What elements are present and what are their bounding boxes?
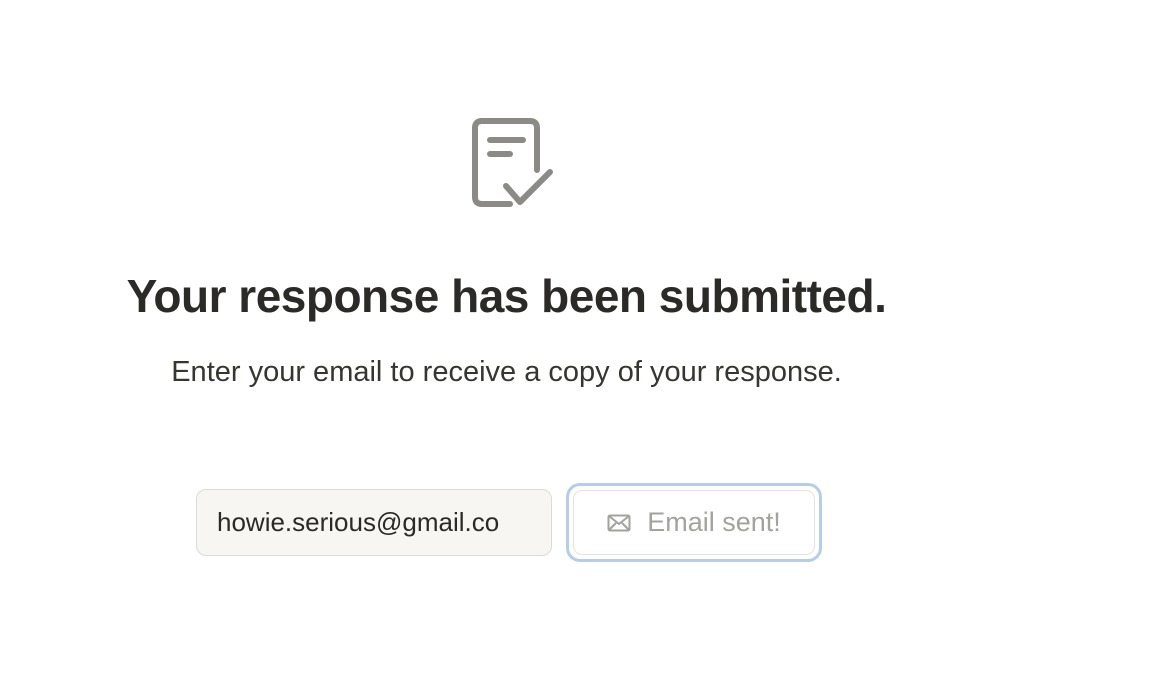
submission-confirmation-page: Your response has been submitted. Enter … xyxy=(0,0,1158,674)
email-sent-label: Email sent! xyxy=(647,507,781,537)
form-check-icon xyxy=(472,118,553,207)
email-sent-button-content: Email sent! xyxy=(573,490,815,555)
email-field[interactable] xyxy=(196,489,552,556)
email-sent-button[interactable]: Email sent! xyxy=(566,483,822,562)
page-title: Your response has been submitted. xyxy=(126,270,887,322)
page-subtitle: Enter your email to receive a copy of yo… xyxy=(171,356,842,388)
mail-icon xyxy=(607,514,631,531)
